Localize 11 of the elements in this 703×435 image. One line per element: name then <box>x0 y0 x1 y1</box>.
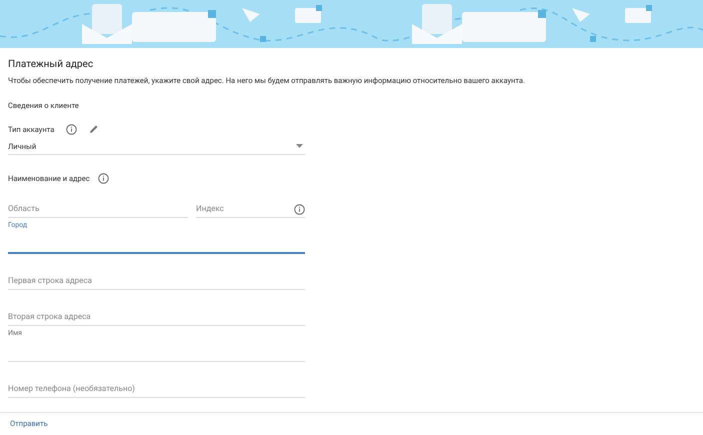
text-field[interactable]: Индекс <box>196 182 305 218</box>
text-field[interactable]: Вторая строка адреса <box>8 290 305 326</box>
info-icon[interactable] <box>98 173 109 184</box>
text-field[interactable]: Номер телефона (необязательно) <box>8 362 305 398</box>
dropdown-icon <box>296 144 303 148</box>
pencil-icon[interactable] <box>89 124 100 134</box>
text-field[interactable]: Первая строка адреса <box>8 254 305 290</box>
info-icon[interactable] <box>66 124 78 135</box>
text-field[interactable]: Область <box>8 182 188 218</box>
info-icon[interactable] <box>294 204 305 215</box>
page-title: Платежный адрес <box>8 58 94 72</box>
